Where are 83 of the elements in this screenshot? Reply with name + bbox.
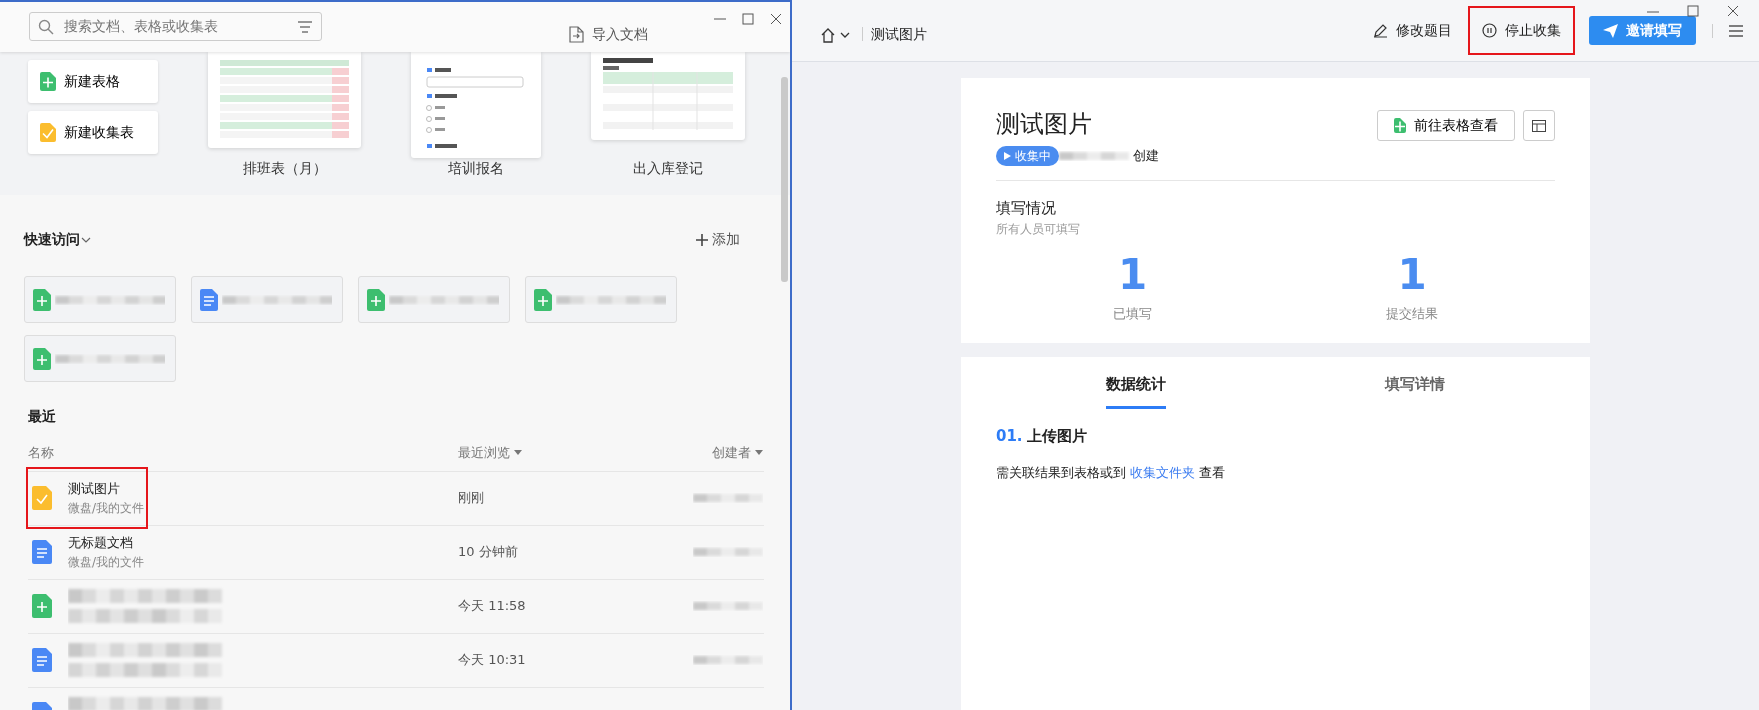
question-title: 上传图片 [1026, 425, 1087, 447]
stat-number: 1 [1117, 253, 1148, 296]
blurred-creator-drawing [693, 653, 763, 667]
sort-caret-icon [514, 449, 522, 456]
blurred-creator-drawing [693, 599, 763, 613]
file-name: 无标题文档 [68, 534, 134, 553]
file-row[interactable]: 今天 10:31 [28, 633, 764, 688]
form-file-icon [40, 123, 56, 142]
play-icon [1004, 152, 1011, 160]
pencil-icon [1373, 23, 1388, 38]
file-path: 微盘/我的文件 [68, 553, 145, 571]
column-header[interactable]: 最近浏览 [458, 443, 678, 463]
pause-icon [1482, 23, 1497, 38]
sheet-settings-button[interactable] [1523, 110, 1555, 141]
document-file-icon [32, 540, 52, 564]
send-icon [1603, 23, 1618, 38]
quick-access-card[interactable] [24, 335, 176, 382]
column-header[interactable]: 创建者 [678, 443, 763, 463]
form-title: 测试图片 [996, 109, 1093, 140]
filter-icon [297, 19, 313, 34]
template-label[interactable]: 出入库登记 [633, 158, 703, 195]
template-label[interactable]: 排班表（月） [242, 158, 327, 195]
new-form-button[interactable]: 新建收集表 [28, 111, 158, 154]
file-row[interactable]: 无标题文档 微盘/我的文件 10 分钟前 [28, 525, 764, 580]
search-box[interactable]: 搜索文档、表格或收集表 [29, 12, 322, 41]
tab[interactable]: 填写详情 [1385, 367, 1446, 409]
import-file-icon [569, 26, 584, 43]
document-file-icon [200, 288, 218, 311]
form-file-icon [32, 486, 52, 510]
sheet-file-icon [1394, 118, 1406, 133]
file-path: 微盘/我的文件 [68, 499, 145, 517]
view-time: 今天 11:58 [458, 598, 526, 614]
tab[interactable]: 数据统计 [1105, 367, 1166, 409]
view-time: 今天 10:31 [458, 652, 526, 668]
quick-access-card[interactable] [525, 276, 677, 323]
stop-collecting-button[interactable]: 停止收集 [1470, 8, 1573, 53]
open-sheet-button[interactable]: 前往表格查看 [1377, 110, 1515, 141]
file-row[interactable]: 今天 11:58 [28, 579, 764, 634]
template-label[interactable]: 培训报名 [448, 158, 504, 195]
home-icon [820, 27, 836, 43]
add-button[interactable]: 添加 [686, 219, 750, 260]
chevron-down-icon [840, 31, 850, 39]
sheet-file-icon [33, 347, 51, 370]
stat-label: 已填写 [1113, 304, 1152, 323]
sheet-file-icon [534, 288, 552, 311]
view-time: 刚刚 [458, 490, 484, 506]
section-title: 最近 [28, 407, 57, 426]
creator-text: 创建 [1133, 147, 1159, 166]
sheet-file-icon [367, 288, 385, 311]
sheet-file-icon [33, 288, 51, 311]
status-badge: 收集中 [996, 146, 1059, 166]
sort-caret-icon [755, 449, 763, 456]
section-title: 快速访问 [24, 230, 80, 249]
table-icon [1532, 120, 1546, 132]
edit-questions-button[interactable]: 修改题目 [1363, 10, 1462, 51]
column-header: 名称 [28, 444, 55, 462]
document-file-icon [32, 648, 52, 672]
blurred-creator-drawing [693, 491, 763, 505]
scrollbar-thumb[interactable] [781, 77, 788, 282]
section-title: 填写情况 [996, 198, 1057, 219]
stat-number: 1 [1397, 253, 1427, 296]
menu-icon[interactable] [1729, 24, 1743, 37]
search-icon [38, 18, 54, 35]
quick-access-card[interactable] [191, 276, 343, 323]
quick-access-card[interactable] [358, 276, 510, 323]
breadcrumb-title: 测试图片 [871, 25, 927, 44]
question-number: 01. [996, 425, 1023, 447]
file-row[interactable]: 测试图片 微盘/我的文件 刚刚 [28, 471, 764, 526]
section-note: 所有人员可填写 [996, 220, 1081, 238]
blurred-creator-drawing [693, 545, 763, 559]
sheet-file-icon [32, 594, 52, 618]
new-sheet-button[interactable]: 新建表格 [28, 60, 158, 103]
question-note: 需关联结果到表格或到 [996, 464, 1126, 482]
file-name: 测试图片 [68, 480, 121, 499]
collect-folder-link[interactable]: 收集文件夹 [1130, 463, 1195, 483]
view-time: 10 分钟前 [458, 544, 518, 560]
stat-label: 提交结果 [1386, 304, 1438, 323]
import-button[interactable]: 导入文档 [559, 14, 658, 55]
quick-access-card[interactable] [24, 276, 176, 323]
question-note: 查看 [1199, 464, 1225, 482]
sheet-file-icon [40, 72, 56, 91]
search-field[interactable]: 搜索文档、表格或收集表 [62, 15, 289, 38]
plus-icon [696, 233, 708, 246]
